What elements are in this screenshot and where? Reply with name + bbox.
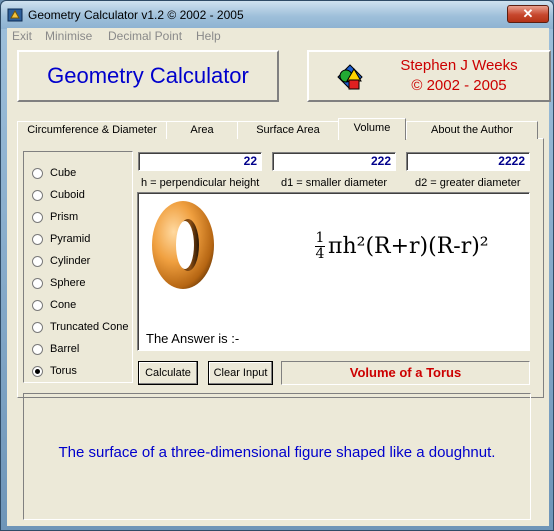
answer-label: The Answer is :- (146, 331, 240, 346)
menu-bar: Exit Minimise Decimal Point Help (7, 28, 549, 44)
window-title: Geometry Calculator v1.2 © 2002 - 2005 (28, 8, 244, 22)
geometry-app-icon (7, 8, 23, 22)
radio-label: Cube (50, 167, 77, 179)
radio-cube[interactable]: Cube (32, 164, 76, 182)
clear-input-button[interactable]: Clear Input (208, 361, 273, 385)
radio-label: Torus (50, 365, 77, 377)
radio-cylinder[interactable]: Cylinder (32, 252, 90, 270)
height-input[interactable]: 22 (138, 152, 262, 171)
radio-torus[interactable]: Torus (32, 362, 77, 380)
shape-description: The surface of a three-dimensional figur… (58, 444, 496, 461)
menu-decimal-point[interactable]: Decimal Point (108, 29, 182, 43)
app-title: Geometry Calculator (47, 63, 249, 88)
fraction-numerator: 1 (315, 230, 325, 246)
radio-button[interactable] (32, 189, 43, 201)
fraction-denominator: 4 (315, 246, 325, 262)
radio-label: Barrel (50, 343, 80, 355)
height-label: h = perpendicular height (141, 177, 260, 189)
radio-cuboid[interactable]: Cuboid (32, 186, 85, 204)
volume-formula: 1 4 πh²(R+r)(R-r)² (315, 231, 489, 262)
smaller-diameter-input[interactable]: 222 (272, 152, 396, 171)
radio-cone[interactable]: Cone (32, 296, 76, 314)
radio-pyramid[interactable]: Pyramid (32, 230, 90, 248)
tab-about-author[interactable]: About the Author (406, 121, 538, 139)
author-panel: Stephen J Weeks © 2002 - 2005 (307, 50, 551, 102)
result-display: 1 4 πh²(R+r)(R-r)² The Answer is :- (137, 192, 530, 351)
radio-button[interactable] (32, 211, 43, 223)
greater-diameter-input[interactable]: 2222 (406, 152, 530, 171)
app-window: Geometry Calculator v1.2 © 2002 - 2005 ✕… (0, 0, 554, 531)
radio-button[interactable] (32, 277, 43, 289)
greater-diameter-label: d2 = greater diameter (415, 177, 521, 189)
menu-exit[interactable]: Exit (12, 29, 32, 43)
radio-label: Cone (50, 299, 77, 311)
fraction: 1 4 (315, 231, 325, 262)
radio-label: Prism (50, 211, 79, 223)
formula-expression: πh²(R+r)(R-r)² (328, 234, 489, 259)
close-button[interactable]: ✕ (507, 5, 549, 23)
radio-label: Pyramid (50, 233, 91, 245)
radio-button[interactable] (32, 233, 43, 245)
radio-button[interactable] (32, 343, 43, 355)
title-bar[interactable]: Geometry Calculator v1.2 © 2002 - 2005 ✕ (1, 1, 553, 29)
radio-button-selected[interactable] (32, 365, 43, 377)
radio-label: Cylinder (50, 255, 91, 267)
radio-prism[interactable]: Prism (32, 208, 78, 226)
tab-circumference-diameter[interactable]: Circumference & Diameter (17, 121, 167, 139)
calculate-button[interactable]: Calculate (138, 361, 198, 385)
tab-surface-area[interactable]: Surface Area (237, 121, 339, 139)
radio-button[interactable] (32, 299, 43, 311)
radio-button[interactable] (32, 255, 43, 267)
shape-title: Volume of a Torus (281, 361, 530, 385)
description-panel: The surface of a three-dimensional figur… (23, 393, 531, 520)
menu-minimise[interactable]: Minimise (45, 29, 92, 43)
radio-button[interactable] (32, 167, 43, 179)
radio-barrel[interactable]: Barrel (32, 340, 79, 358)
shape-selector: Cube Cuboid Prism Pyramid Cylinder Spher… (23, 151, 133, 383)
tab-volume[interactable]: Volume (338, 118, 406, 140)
author-years: © 2002 - 2005 (411, 77, 507, 94)
torus-image (152, 201, 214, 289)
radio-truncated-cone[interactable]: Truncated Cone (32, 318, 128, 336)
colored-shapes-icon (337, 64, 363, 90)
client-area: Exit Minimise Decimal Point Help Geometr… (7, 28, 551, 526)
app-title-panel: Geometry Calculator (17, 50, 279, 102)
radio-label: Truncated Cone (50, 321, 129, 333)
menu-help[interactable]: Help (196, 29, 221, 43)
radio-label: Sphere (50, 277, 86, 289)
radio-button[interactable] (32, 321, 43, 333)
radio-label: Cuboid (50, 189, 85, 201)
radio-sphere[interactable]: Sphere (32, 274, 85, 292)
author-name: Stephen J Weeks (400, 57, 518, 74)
tab-area[interactable]: Area (166, 121, 238, 139)
smaller-diameter-label: d1 = smaller diameter (281, 177, 388, 189)
